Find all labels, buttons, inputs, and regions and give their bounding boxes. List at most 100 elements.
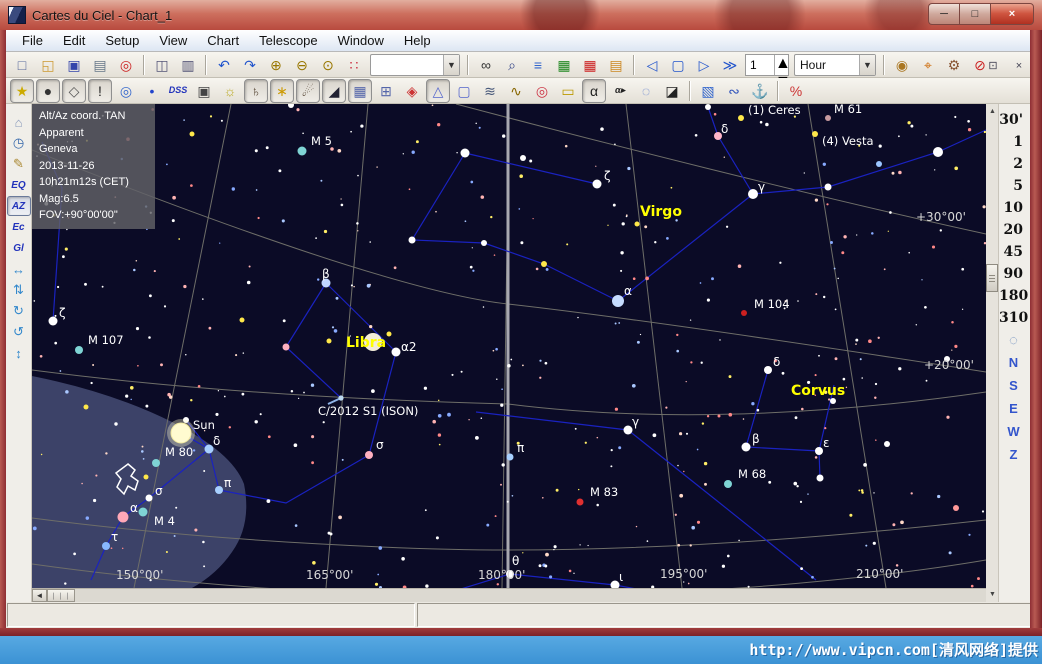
show-outlines-button[interactable]: ◇ — [62, 79, 86, 103]
fov-310[interactable]: 310 — [999, 310, 1028, 332]
telescope-target-button[interactable]: ⌖ — [916, 53, 940, 77]
fov-1[interactable]: 1 — [999, 134, 1028, 156]
flip-vertical-button[interactable]: ⇅ — [7, 280, 31, 300]
default-chart-button[interactable]: ◎ — [114, 53, 138, 77]
rotate-ccw-button[interactable]: ↺ — [7, 322, 31, 342]
zoom-out-button[interactable]: ⊖ — [290, 53, 314, 77]
menu-help[interactable]: Help — [394, 31, 441, 50]
new-chart-button[interactable]: □ — [10, 53, 34, 77]
show-galaxies-button[interactable]: ◎ — [114, 79, 138, 103]
multi-window-button[interactable]: ▥ — [176, 53, 200, 77]
search-position-button[interactable]: ⌕ — [500, 53, 524, 77]
phase-correction-button[interactable]: % — [784, 79, 808, 103]
time-step-input[interactable]: 1▲▼ — [745, 54, 789, 76]
sky-svg[interactable]: VirgoLibraCorvus+30°00'+20°00'150°00'165… — [32, 104, 986, 588]
az-coordinates-button[interactable]: AZ — [7, 196, 31, 216]
fov-20[interactable]: 20 — [999, 222, 1028, 244]
direction-E[interactable]: E — [999, 401, 1028, 424]
star-magnitude-button[interactable]: ∷ — [342, 53, 366, 77]
print-button[interactable]: ▤ — [88, 53, 112, 77]
fov-10[interactable]: 10 — [999, 200, 1028, 222]
fov-45[interactable]: 45 — [999, 244, 1028, 266]
fov-scrollbar[interactable]: ▲ ▼ — [986, 104, 999, 602]
anchor-toolbar-button[interactable]: ⚓ — [748, 79, 772, 103]
fov-scroll-down-icon[interactable]: ▼ — [987, 589, 998, 600]
zoom-in-button[interactable]: ⊕ — [264, 53, 288, 77]
dss-image-button[interactable]: DSS — [166, 79, 190, 103]
date-time-button[interactable]: ◷ — [7, 133, 31, 153]
constellation-art-button[interactable]: ◌ — [634, 79, 658, 103]
flip-horizontal-button[interactable]: ↔ — [7, 259, 31, 279]
zoom-box-button[interactable]: ⊙ — [316, 53, 340, 77]
menu-file[interactable]: File — [12, 31, 53, 50]
show-nebula-images-button[interactable]: • — [140, 79, 164, 103]
direction-Z[interactable]: Z — [999, 447, 1028, 470]
direction-S[interactable]: S — [999, 378, 1028, 401]
time-unit-combobox[interactable]: Hour▼ — [794, 54, 876, 76]
milky-way-button[interactable]: ≋ — [478, 79, 502, 103]
time-stop-button[interactable]: ▢ — [666, 53, 690, 77]
show-solar-system-button[interactable]: ♄ — [244, 79, 268, 103]
undo-button[interactable]: ↶ — [212, 53, 236, 77]
fov-scroll-up-icon[interactable]: ▲ — [987, 106, 998, 117]
close-button[interactable]: × — [990, 3, 1034, 25]
observatory-button[interactable]: ⌂ — [7, 112, 31, 132]
show-stars-button[interactable]: ★ — [10, 79, 34, 103]
sky-background-button[interactable]: ☼ — [218, 79, 242, 103]
close-toolbar-button[interactable]: × — [1007, 54, 1031, 78]
telescope-config-button[interactable]: ⚙ — [942, 53, 966, 77]
zoom-slider-button[interactable]: ↕ — [7, 343, 31, 363]
compass-button[interactable]: ◈ — [400, 79, 424, 103]
observing-list-button[interactable]: ▧ — [696, 79, 720, 103]
time-forward-button[interactable]: ≫ — [718, 53, 742, 77]
sun[interactable] — [171, 423, 191, 443]
constellation-lines-button[interactable]: △ — [426, 79, 450, 103]
menu-view[interactable]: View — [149, 31, 197, 50]
show-planets-button[interactable]: ! — [88, 79, 112, 103]
menu-window[interactable]: Window — [328, 31, 394, 50]
show-comets-button[interactable]: ☄ — [296, 79, 320, 103]
constellation-boundaries-button[interactable]: ▢ — [452, 79, 476, 103]
camera-frame-button[interactable]: ▣ — [192, 79, 216, 103]
scroll-thumb[interactable]: ❘❘❘ — [47, 589, 75, 602]
horizontal-scrollbar[interactable]: ◄ ❘❘❘ — [32, 588, 986, 602]
fov-90[interactable]: 90 — [999, 266, 1028, 288]
distance-measure-button[interactable]: ▭ — [556, 79, 580, 103]
eq-coordinates-button[interactable]: EQ — [7, 175, 31, 195]
spin-up-icon[interactable]: ▲ — [775, 55, 788, 73]
sky-chart[interactable]: VirgoLibraCorvus+30°00'+20°00'150°00'165… — [32, 104, 986, 588]
show-nebulae-button[interactable]: ● — [36, 79, 60, 103]
fov-scroll-thumb[interactable] — [986, 264, 998, 292]
menu-telescope[interactable]: Telescope — [249, 31, 328, 50]
menu-setup[interactable]: Setup — [95, 31, 149, 50]
fov-2[interactable]: 2 — [999, 156, 1028, 178]
scroll-left-button[interactable]: ◄ — [32, 589, 47, 602]
calendar-button[interactable]: ▦ — [552, 53, 576, 77]
galactic-coordinates-button[interactable]: Gl — [7, 238, 31, 258]
fov-30'[interactable]: 30' — [999, 112, 1028, 134]
minimize-button[interactable]: ─ — [928, 3, 959, 25]
calendar-date-button[interactable]: ▦ — [578, 53, 602, 77]
dropdown-arrow-icon[interactable]: ▼ — [443, 55, 459, 75]
title-bar[interactable]: Cartes du Ciel - Chart_1 ─ □ × — [0, 0, 1042, 30]
direction-W[interactable]: W — [999, 424, 1028, 447]
full-sky-icon[interactable]: ◌ — [999, 332, 1028, 355]
ecliptic-coordinates-button[interactable]: Ec — [7, 217, 31, 237]
show-horizon-button[interactable]: ◢ — [322, 79, 346, 103]
field-circle-button[interactable]: ◎ — [530, 79, 554, 103]
object-list-button[interactable]: ≡ — [526, 53, 550, 77]
fov-combobox[interactable]: ▼ — [370, 54, 460, 76]
show-asteroids-button[interactable]: ∗ — [270, 79, 294, 103]
fov-180[interactable]: 180 — [999, 288, 1028, 310]
equatorial-grid-button[interactable]: ⊞ — [374, 79, 398, 103]
comet-ison[interactable] — [338, 395, 343, 400]
chart-settings-button[interactable]: ✎ — [7, 154, 31, 174]
open-chart-button[interactable]: ◱ — [36, 53, 60, 77]
object-path-button[interactable]: ∿ — [504, 79, 528, 103]
save-chart-button[interactable]: ▣ — [62, 53, 86, 77]
dock-toolbar-button[interactable]: ⊡ — [981, 54, 1005, 78]
menu-edit[interactable]: Edit — [53, 31, 95, 50]
telescope-park-button[interactable]: ◉ — [890, 53, 914, 77]
rotate-cw-button[interactable]: ↻ — [7, 301, 31, 321]
night-vision-button[interactable]: ◪ — [660, 79, 684, 103]
